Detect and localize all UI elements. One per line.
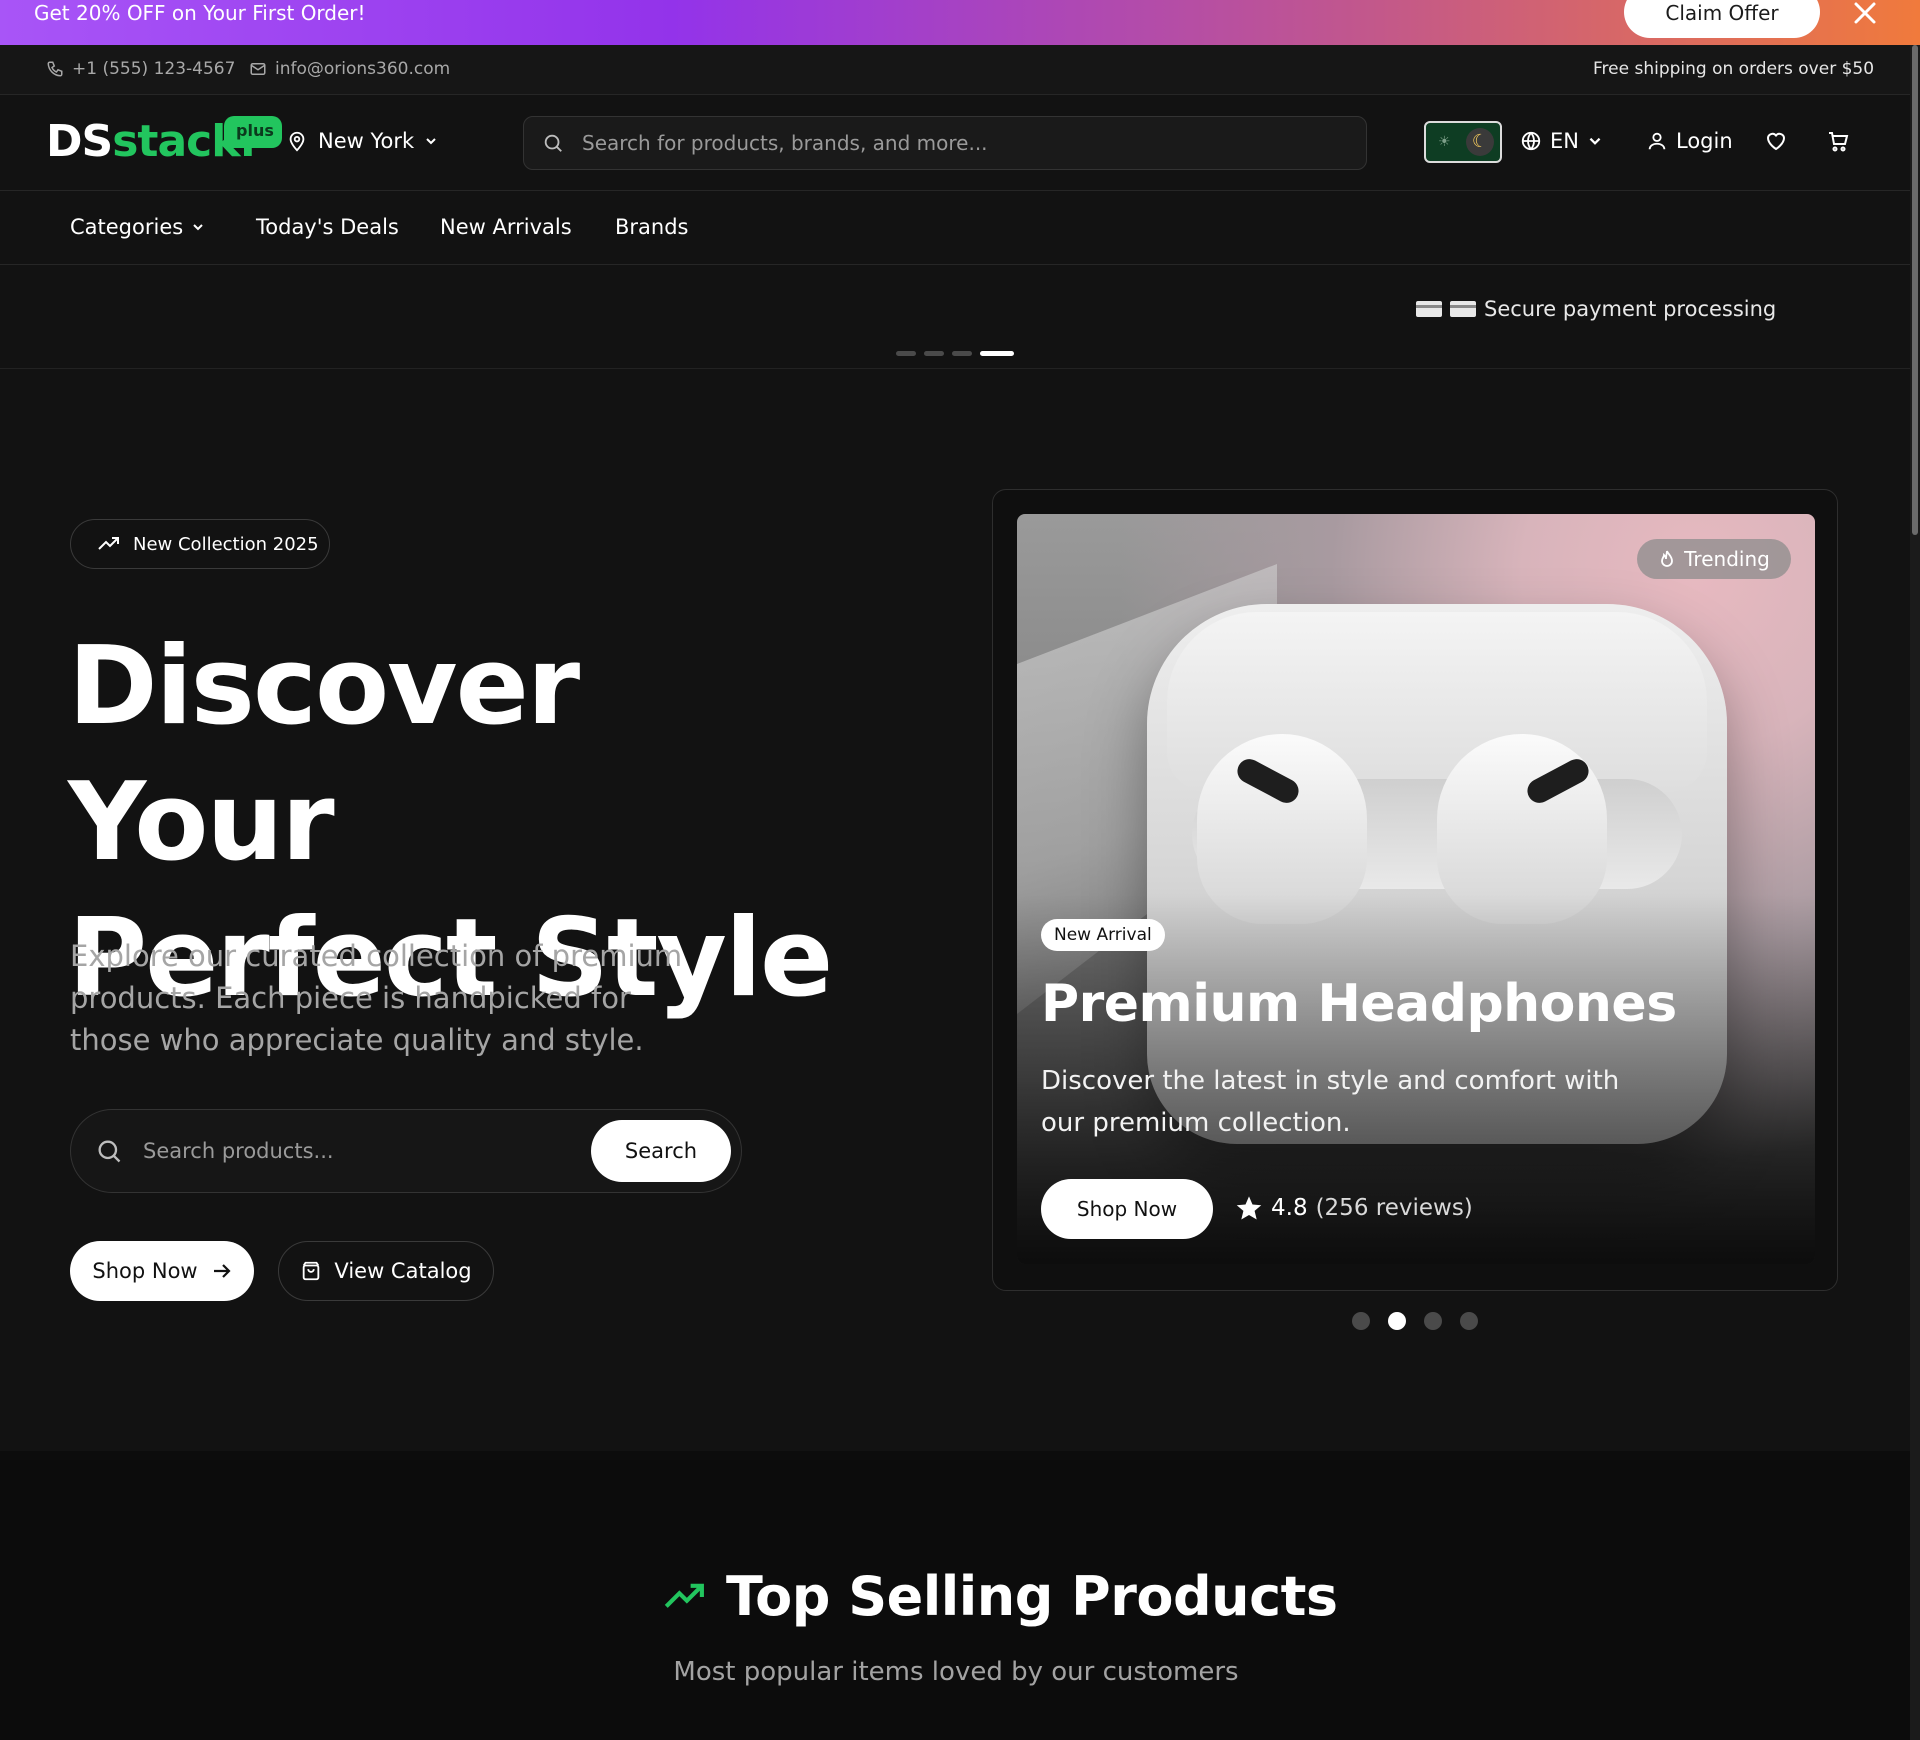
- slide-description: Discover the latest in style and comfort…: [1041, 1066, 1620, 1138]
- phone-icon: [47, 61, 63, 77]
- trending-label: Trending: [1684, 547, 1770, 571]
- slide-title: Premium Headphones: [1041, 974, 1677, 1034]
- product-carousel: Trending New Arrival Premium Headphones …: [992, 489, 1838, 1291]
- arrow-right-icon: [213, 1264, 231, 1278]
- info-ticker: Secure payment processing: [0, 265, 1920, 369]
- view-catalog-label: View Catalog: [334, 1259, 472, 1283]
- shopping-bag-icon: [303, 1261, 320, 1281]
- pill-label: New Collection 2025: [133, 533, 319, 555]
- search-icon: [98, 1140, 121, 1163]
- product-rating: 4.8 (256 reviews): [1235, 1194, 1473, 1222]
- cart-icon[interactable]: [1825, 129, 1851, 157]
- review-count: (256 reviews): [1315, 1195, 1473, 1221]
- logo-plus-badge: plus: [224, 116, 282, 148]
- trending-up-icon: [664, 1583, 704, 1608]
- carousel-dot[interactable]: [1460, 1312, 1478, 1330]
- nav-item-label: Categories: [70, 215, 184, 239]
- phone-contact[interactable]: +1 (555) 123-4567: [46, 57, 235, 81]
- login-label: Login: [1676, 129, 1733, 153]
- user-icon: [1648, 132, 1666, 150]
- nav-categories[interactable]: Categories: [70, 215, 205, 239]
- theme-toggle[interactable]: ☀ ☾: [1424, 121, 1502, 163]
- ticker-indicators: [896, 351, 1014, 356]
- shop-now-label: Shop Now: [92, 1259, 198, 1283]
- rating-value: 4.8: [1271, 1195, 1308, 1221]
- section-title: Top Selling Products: [662, 1565, 1338, 1628]
- chevron-down-icon: [426, 138, 436, 145]
- logo[interactable]: DSstack. plus: [46, 116, 282, 176]
- nav-brands[interactable]: Brands: [615, 215, 689, 239]
- carousel-dot[interactable]: [1352, 1312, 1370, 1330]
- heart-icon[interactable]: [1763, 129, 1789, 157]
- category-nav: Categories Today's Deals New Arrivals Br…: [0, 191, 1920, 265]
- logo-ds-text: DS: [46, 116, 113, 167]
- shipping-notice: Free shipping on orders over $50: [1593, 59, 1875, 79]
- carousel-slide[interactable]: Trending New Arrival Premium Headphones …: [1017, 514, 1815, 1264]
- hero-title-line1: Discover Your: [68, 624, 580, 885]
- login-button[interactable]: Login: [1646, 129, 1733, 153]
- ticker-text: Secure payment processing: [1484, 297, 1777, 321]
- location-selector[interactable]: New York: [286, 129, 438, 153]
- new-arrival-badge: New Arrival: [1041, 919, 1165, 951]
- nav-item-label: New Arrivals: [440, 215, 572, 239]
- email-address: info@orions360.com: [275, 59, 451, 79]
- shop-now-button[interactable]: Shop Now: [70, 1241, 254, 1301]
- promo-text: Get 20% OFF on Your First Order!: [34, 1, 366, 25]
- globe-icon: [1521, 131, 1541, 151]
- hero-search-bar[interactable]: Search: [70, 1109, 742, 1193]
- moon-icon: ☾: [1466, 128, 1494, 156]
- hero-search-button[interactable]: Search: [591, 1120, 731, 1182]
- language-selector[interactable]: EN: [1520, 129, 1603, 153]
- email-contact[interactable]: info@orions360.com: [249, 57, 450, 81]
- trending-badge: Trending: [1637, 539, 1791, 579]
- carousel-dot[interactable]: [1424, 1312, 1442, 1330]
- ticker-message: Secure payment processing: [1416, 297, 1776, 321]
- top-selling-section: Top Selling Products Most popular items …: [0, 1451, 1920, 1740]
- promo-banner: Get 20% OFF on Your First Order! Claim O…: [0, 0, 1920, 45]
- header-search-bar[interactable]: [523, 116, 1367, 170]
- ticker-dot-active[interactable]: [980, 351, 1014, 356]
- ticker-dot[interactable]: [952, 351, 972, 356]
- hero-section: New Collection 2025 Discover Your Perfec…: [0, 369, 1920, 1451]
- trending-up-icon: [98, 537, 119, 550]
- header-search-input[interactable]: [582, 131, 1342, 155]
- carousel-dot-active[interactable]: [1388, 1312, 1406, 1330]
- new-collection-pill: New Collection 2025: [70, 519, 330, 569]
- sun-icon: ☀: [1438, 134, 1451, 150]
- nav-item-label: Brands: [615, 215, 689, 239]
- page-scrollbar[interactable]: [1910, 45, 1920, 1740]
- mail-icon: [250, 63, 266, 75]
- section-subtitle: Most popular items loved by our customer…: [673, 1657, 1239, 1687]
- ticker-dot[interactable]: [924, 351, 944, 356]
- hero-search-input[interactable]: [143, 1139, 563, 1163]
- chevron-down-icon: [1589, 137, 1601, 145]
- scrollbar-thumb[interactable]: [1912, 45, 1918, 535]
- chevron-down-icon: [193, 224, 203, 231]
- hero-description: Explore our curated collection of premiu…: [70, 939, 683, 1057]
- phone-number: +1 (555) 123-4567: [72, 59, 236, 79]
- flame-icon: [1661, 550, 1674, 567]
- nav-todays-deals[interactable]: Today's Deals: [256, 215, 399, 239]
- map-pin-icon: [289, 131, 305, 152]
- slide-shop-now-button[interactable]: Shop Now: [1041, 1179, 1213, 1239]
- language-label: EN: [1550, 129, 1579, 153]
- view-catalog-button[interactable]: View Catalog: [278, 1241, 494, 1301]
- ticker-dot[interactable]: [896, 351, 916, 356]
- search-icon: [544, 134, 562, 152]
- claim-offer-button[interactable]: Claim Offer: [1624, 0, 1820, 38]
- credit-card-icon: [1450, 301, 1476, 317]
- nav-new-arrivals[interactable]: New Arrivals: [440, 215, 572, 239]
- location-label: New York: [318, 129, 415, 153]
- close-icon[interactable]: [1850, 0, 1882, 28]
- nav-item-label: Today's Deals: [256, 215, 399, 239]
- star-icon: [1236, 1196, 1262, 1220]
- main-header: DSstack. plus New York ☀ ☾ EN Login: [0, 95, 1920, 191]
- contact-bar: +1 (555) 123-4567 info@orions360.com Fre…: [0, 45, 1920, 95]
- section-title-text: Top Selling Products: [726, 1565, 1338, 1628]
- carousel-indicators: [1352, 1312, 1478, 1330]
- credit-card-icon: [1416, 301, 1442, 317]
